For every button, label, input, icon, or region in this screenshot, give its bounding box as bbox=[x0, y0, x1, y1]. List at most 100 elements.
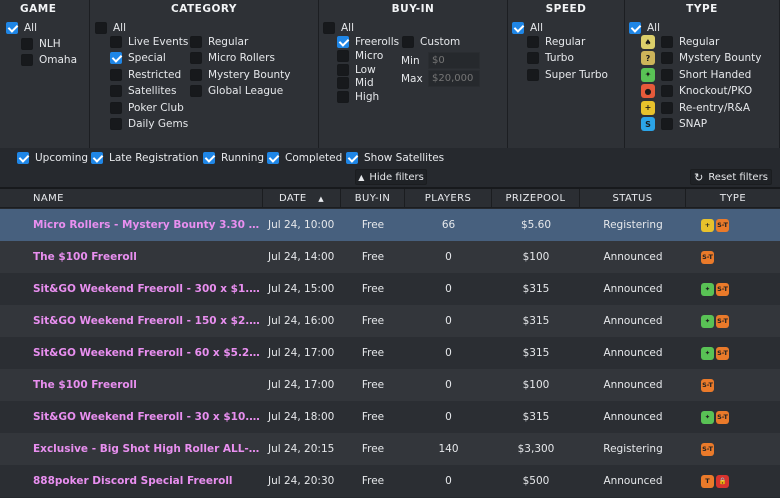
game-checkbox-omaha[interactable]: Omaha bbox=[21, 52, 77, 68]
chevron-up-icon: ▲ bbox=[358, 172, 365, 182]
tournament-date: Jul 24, 16:00 bbox=[268, 315, 335, 327]
checkbox-checked-icon bbox=[110, 52, 122, 65]
checkbox-checked-icon bbox=[337, 36, 349, 48]
super-turbo-icon: S-T bbox=[701, 442, 714, 456]
column-header-status[interactable]: STATUS bbox=[580, 189, 686, 208]
type-checkbox-regular[interactable]: ♠ Regular bbox=[641, 34, 719, 50]
status-checkbox-upcoming[interactable]: Upcoming bbox=[17, 150, 88, 166]
table-row[interactable]: Sit&GO Weekend Freeroll - 300 x $1.05 Ti… bbox=[0, 273, 780, 305]
tournament-date: Jul 24, 17:00 bbox=[268, 347, 335, 359]
category-checkbox-restricted[interactable]: Restricted bbox=[110, 67, 181, 83]
speed-checkbox-turbo[interactable]: Turbo bbox=[527, 50, 574, 66]
checkbox-unchecked-icon bbox=[661, 52, 673, 65]
status-checkbox-running[interactable]: Running bbox=[203, 150, 264, 166]
tournament-date: Jul 24, 20:15 bbox=[268, 443, 335, 455]
column-header-date[interactable]: DATE ▲ bbox=[263, 189, 341, 208]
type-checkbox-short-handed[interactable]: ✦ Short Handed bbox=[641, 67, 751, 83]
column-header-players[interactable]: PLAYERS bbox=[405, 189, 492, 208]
table-row[interactable]: 888poker Discord Special Freeroll Jul 24,… bbox=[0, 465, 780, 497]
category-checkbox-satellites[interactable]: Satellites bbox=[110, 83, 176, 99]
game-checkbox-nlh[interactable]: NLH bbox=[21, 36, 61, 52]
category-checkbox-poker-club[interactable]: Poker Club bbox=[110, 100, 184, 116]
game-label: Omaha bbox=[39, 54, 78, 66]
hide-filters-button[interactable]: ▲ Hide filters bbox=[355, 169, 427, 185]
checkbox-unchecked-icon bbox=[95, 22, 107, 34]
table-row[interactable]: The $100 Freeroll Jul 24, 14:00 Free 0 $100 A… bbox=[0, 241, 780, 273]
reset-filters-button[interactable]: ↻ Reset filters bbox=[690, 169, 772, 185]
table-row[interactable]: Sit&GO Weekend Freeroll - 30 x $10.50 Ti… bbox=[0, 401, 780, 433]
sort-ascending-icon: ▲ bbox=[318, 195, 324, 203]
column-header-type[interactable]: TYPE bbox=[686, 189, 780, 208]
checkbox-checked-icon bbox=[203, 152, 215, 164]
status-label: Running bbox=[221, 152, 265, 164]
tournament-type-tags: ✦ S-T bbox=[686, 401, 780, 433]
checkbox-unchecked-icon bbox=[110, 36, 122, 48]
min-label: Min bbox=[401, 54, 420, 67]
checkbox-unchecked-icon bbox=[337, 63, 349, 76]
category-label: Mystery Bounty bbox=[208, 68, 291, 81]
tournament-prizepool: $500 bbox=[522, 475, 550, 487]
tournament-name: Sit&GO Weekend Freeroll - 150 x $2.10 Ti… bbox=[33, 315, 263, 327]
speed-label: Regular bbox=[545, 36, 586, 48]
status-checkbox-completed[interactable]: Completed bbox=[267, 150, 342, 166]
tournament-players: 0 bbox=[445, 315, 452, 327]
tournament-buyin: Free bbox=[361, 411, 385, 423]
type-checkbox-knockout-pko[interactable]: ● Knockout/PKO bbox=[641, 83, 752, 99]
checkbox-unchecked-icon bbox=[661, 36, 673, 48]
regular-icon: ♠ bbox=[641, 35, 655, 49]
buyin-checkbox-custom[interactable]: Custom bbox=[402, 34, 460, 50]
min-buyin-input[interactable] bbox=[428, 52, 480, 69]
tournament-date: Jul 24, 18:00 bbox=[268, 411, 335, 423]
checkbox-unchecked-icon bbox=[21, 54, 33, 66]
type-checkbox-re-entry-r-a[interactable]: + Re-entry/R&A bbox=[641, 100, 750, 116]
tournament-type-tags: S-T bbox=[686, 369, 780, 401]
super-turbo-icon: S-T bbox=[701, 378, 714, 392]
super-turbo-icon: S-T bbox=[701, 250, 714, 264]
column-header-prizepool[interactable]: PRIZEPOOL bbox=[492, 189, 580, 208]
max-buyin-input[interactable] bbox=[428, 70, 480, 87]
super-turbo-icon: S-T bbox=[716, 218, 729, 232]
category-checkbox-micro-rollers[interactable]: Micro Rollers bbox=[190, 50, 275, 66]
buyin-checkbox-high[interactable]: High bbox=[337, 89, 379, 105]
tournament-type-tags: S-T bbox=[686, 433, 780, 465]
table-row[interactable]: Sit&GO Weekend Freeroll - 150 x $2.10 Ti… bbox=[0, 305, 780, 337]
tournament-prizepool: $315 bbox=[522, 283, 550, 295]
reentry-icon: + bbox=[641, 100, 655, 115]
column-header-buyin[interactable]: BUY-IN bbox=[341, 189, 405, 208]
table-row[interactable]: Exclusive - Big Shot High Roller ALL-IN … bbox=[0, 433, 780, 465]
game-filter-column: GAME All NLH Omaha bbox=[0, 0, 90, 148]
category-checkbox-special[interactable]: Special bbox=[110, 50, 166, 66]
tournament-type-tags: ✦ S-T bbox=[686, 305, 780, 337]
checkbox-unchecked-icon bbox=[323, 22, 335, 34]
column-header-name[interactable]: NAME bbox=[0, 189, 263, 208]
category-checkbox-mystery-bounty[interactable]: Mystery Bounty bbox=[190, 67, 290, 83]
checkbox-unchecked-icon bbox=[110, 101, 122, 114]
speed-checkbox-regular[interactable]: Regular bbox=[527, 34, 585, 50]
table-row[interactable]: Sit&GO Weekend Freeroll - 60 x $5.25 Tic… bbox=[0, 337, 780, 369]
status-checkbox-late-registration[interactable]: Late Registration bbox=[91, 150, 199, 166]
tournament-buyin: Free bbox=[361, 283, 385, 295]
tournament-players: 0 bbox=[445, 411, 452, 423]
checkbox-unchecked-icon bbox=[190, 85, 202, 98]
game-label: All bbox=[24, 22, 38, 34]
category-checkbox-regular[interactable]: Regular bbox=[190, 34, 248, 50]
category-label: Daily Gems bbox=[128, 118, 189, 130]
category-checkbox-live-events[interactable]: Live Events bbox=[110, 34, 188, 50]
tournament-players: 0 bbox=[445, 283, 452, 295]
tournament-status: Announced bbox=[603, 475, 663, 487]
category-label: Restricted bbox=[128, 68, 182, 81]
category-label: Live Events bbox=[128, 36, 189, 48]
table-row[interactable]: The $100 Freeroll Jul 24, 17:00 Free 0 $100 A… bbox=[0, 369, 780, 401]
checkbox-unchecked-icon bbox=[402, 36, 414, 48]
speed-checkbox-super-turbo[interactable]: Super Turbo bbox=[527, 67, 608, 83]
category-checkbox-daily-gems[interactable]: Daily Gems bbox=[110, 116, 188, 132]
game-checkbox-all[interactable]: All bbox=[6, 20, 37, 36]
type-checkbox-mystery-bounty[interactable]: ? Mystery Bounty bbox=[641, 50, 761, 66]
status-checkbox-show-satellites[interactable]: Show Satellites bbox=[346, 150, 444, 166]
checkbox-unchecked-icon bbox=[527, 52, 539, 65]
category-checkbox-global-league[interactable]: Global League bbox=[190, 83, 283, 99]
super-turbo-icon: S-T bbox=[716, 282, 729, 296]
type-checkbox-snap[interactable]: S SNAP bbox=[641, 116, 707, 132]
super-turbo-icon: S-T bbox=[716, 346, 729, 360]
table-row[interactable]: Micro Rollers - Mystery Bounty 3.30 - Fr… bbox=[0, 209, 780, 241]
